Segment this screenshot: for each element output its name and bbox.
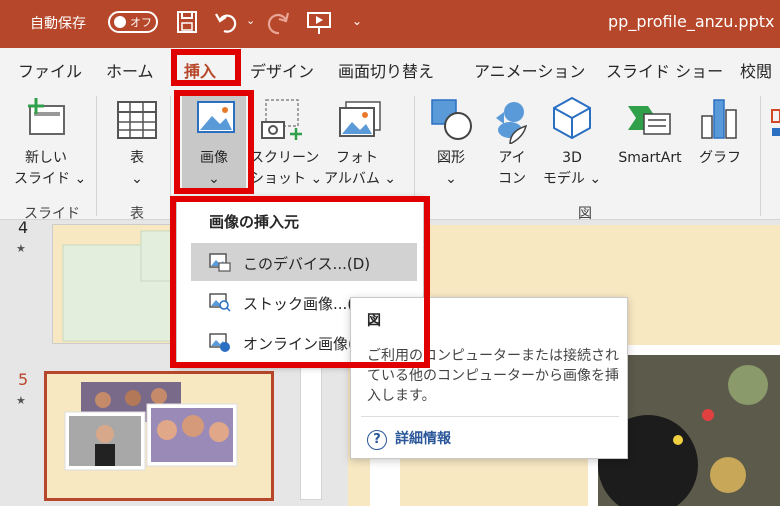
3d-model-label-1: 3D: [562, 150, 582, 166]
tab-animations[interactable]: アニメーション: [474, 58, 585, 82]
icons-icon[interactable]: [490, 98, 534, 148]
icons-label-2: コン: [498, 171, 526, 187]
presentation-start-icon[interactable]: [306, 10, 332, 40]
online-picture-icon: [209, 333, 231, 357]
tooltip-divider: [361, 416, 619, 417]
new-slide-icon[interactable]: [24, 98, 68, 142]
picture-label-1: 画像: [200, 150, 228, 166]
picture-label-2: ⌄: [208, 171, 220, 187]
group-label-slides: スライド: [24, 206, 80, 222]
new-slide-label-1: 新しい: [25, 150, 67, 166]
chart-icon[interactable]: [700, 98, 740, 144]
3d-model-button[interactable]: 3D モデル ⌄: [542, 148, 602, 190]
shapes-icon[interactable]: [430, 98, 474, 146]
3d-model-icon[interactable]: [552, 96, 592, 144]
photo-album-label-1: フォト: [336, 150, 378, 166]
save-icon[interactable]: [176, 10, 198, 38]
more-info-label: 詳細情報: [395, 431, 451, 447]
table-label-2: ⌄: [131, 171, 143, 187]
photo-album-icon[interactable]: [338, 100, 382, 142]
tab-insert[interactable]: 挿入: [184, 58, 216, 82]
tooltip-more-info-link[interactable]: ? 詳細情報: [367, 428, 451, 450]
tab-design[interactable]: デザイン: [250, 58, 314, 82]
slide-4-star: ★: [16, 242, 26, 255]
toggle-knob: [114, 16, 126, 28]
autosave-state: オフ: [130, 16, 152, 29]
redo-icon[interactable]: [266, 10, 292, 40]
screenshot-label-1: スクリーン: [250, 150, 320, 166]
smartart-icon[interactable]: [626, 102, 674, 142]
new-slide-label-2: スライド ⌄: [14, 171, 87, 187]
slide-5-thumbnail[interactable]: [44, 371, 274, 501]
stock-image-icon: [209, 293, 231, 317]
3d-model-label-2: モデル ⌄: [542, 171, 602, 187]
shapes-label-2: ⌄: [445, 171, 457, 187]
active-tab-indicator: [184, 80, 222, 83]
screenshot-icon[interactable]: [260, 98, 306, 146]
photo-album-label-2: アルバム ⌄: [324, 171, 397, 187]
icons-label-1: アイ: [498, 150, 526, 166]
tab-file[interactable]: ファイル: [18, 58, 82, 82]
tab-home[interactable]: ホーム: [106, 58, 154, 82]
file-name: pp_profile_anzu.pptx: [608, 12, 775, 31]
ribbon-tabs: ファイル ホーム 挿入 デザイン 画面切り替え アニメーション スライド ショー…: [0, 48, 780, 88]
picture-button[interactable]: 画像 ⌄: [186, 148, 242, 190]
tab-transitions[interactable]: 画面切り替え: [338, 58, 434, 82]
next-group-icon[interactable]: [770, 108, 780, 142]
autosave-label: 自動保存: [30, 16, 86, 32]
group-label-table: 表: [130, 206, 144, 222]
group-label-illustrations: 図: [578, 206, 592, 222]
smartart-button[interactable]: SmartArt: [608, 148, 692, 169]
menu-item-label: このデバイス...(D): [243, 255, 371, 273]
slide-5-number: 5: [18, 370, 29, 389]
shapes-button[interactable]: 図形 ⌄: [426, 148, 476, 190]
new-slide-button[interactable]: 新しい スライド ⌄: [14, 148, 87, 190]
help-icon: ?: [367, 430, 387, 450]
tooltip-description: ご利用のコンピューターまたは接続されている他のコンピューターから画像を挿入します…: [367, 348, 619, 404]
menu-header: 画像の挿入元: [209, 213, 300, 231]
tab-review[interactable]: 校閲: [740, 58, 772, 82]
slide-4-number: 4: [18, 218, 29, 237]
screenshot-button[interactable]: スクリーン ショット ⌄: [250, 148, 323, 190]
slide-5-star: ★: [16, 394, 26, 407]
chart-button[interactable]: グラフ: [696, 148, 744, 169]
ribbon-separator: [96, 96, 97, 216]
ribbon-separator: [760, 96, 761, 216]
screenshot-label-2: ショット ⌄: [250, 171, 323, 187]
undo-icon[interactable]: [214, 10, 240, 38]
device-picture-icon: [209, 253, 231, 277]
shapes-label-1: 図形: [437, 150, 465, 166]
tooltip-title: 図: [367, 313, 381, 329]
picture-icon[interactable]: [196, 100, 236, 140]
table-button[interactable]: 表 ⌄: [112, 148, 162, 190]
ribbon-separator: [170, 96, 171, 216]
customize-toolbar-icon[interactable]: ⌄: [352, 14, 362, 28]
photo-album-button[interactable]: フォト アルバム ⌄: [324, 148, 397, 190]
tab-slideshow[interactable]: スライド ショー: [606, 58, 723, 82]
table-label-1: 表: [130, 150, 144, 166]
menu-item-this-device[interactable]: このデバイス...(D): [191, 243, 417, 281]
undo-dropdown-icon[interactable]: ⌄: [246, 14, 255, 27]
picture-tooltip: 図 ご利用のコンピューターまたは接続されている他のコンピューターから画像を挿入し…: [350, 297, 628, 459]
autosave-toggle[interactable]: オフ: [108, 11, 158, 33]
table-icon[interactable]: [116, 100, 160, 144]
title-bar: 自動保存 オフ ⌄ ⌄ pp_profile_anzu.pptx: [0, 0, 780, 48]
icons-button[interactable]: アイ コン: [492, 148, 532, 190]
